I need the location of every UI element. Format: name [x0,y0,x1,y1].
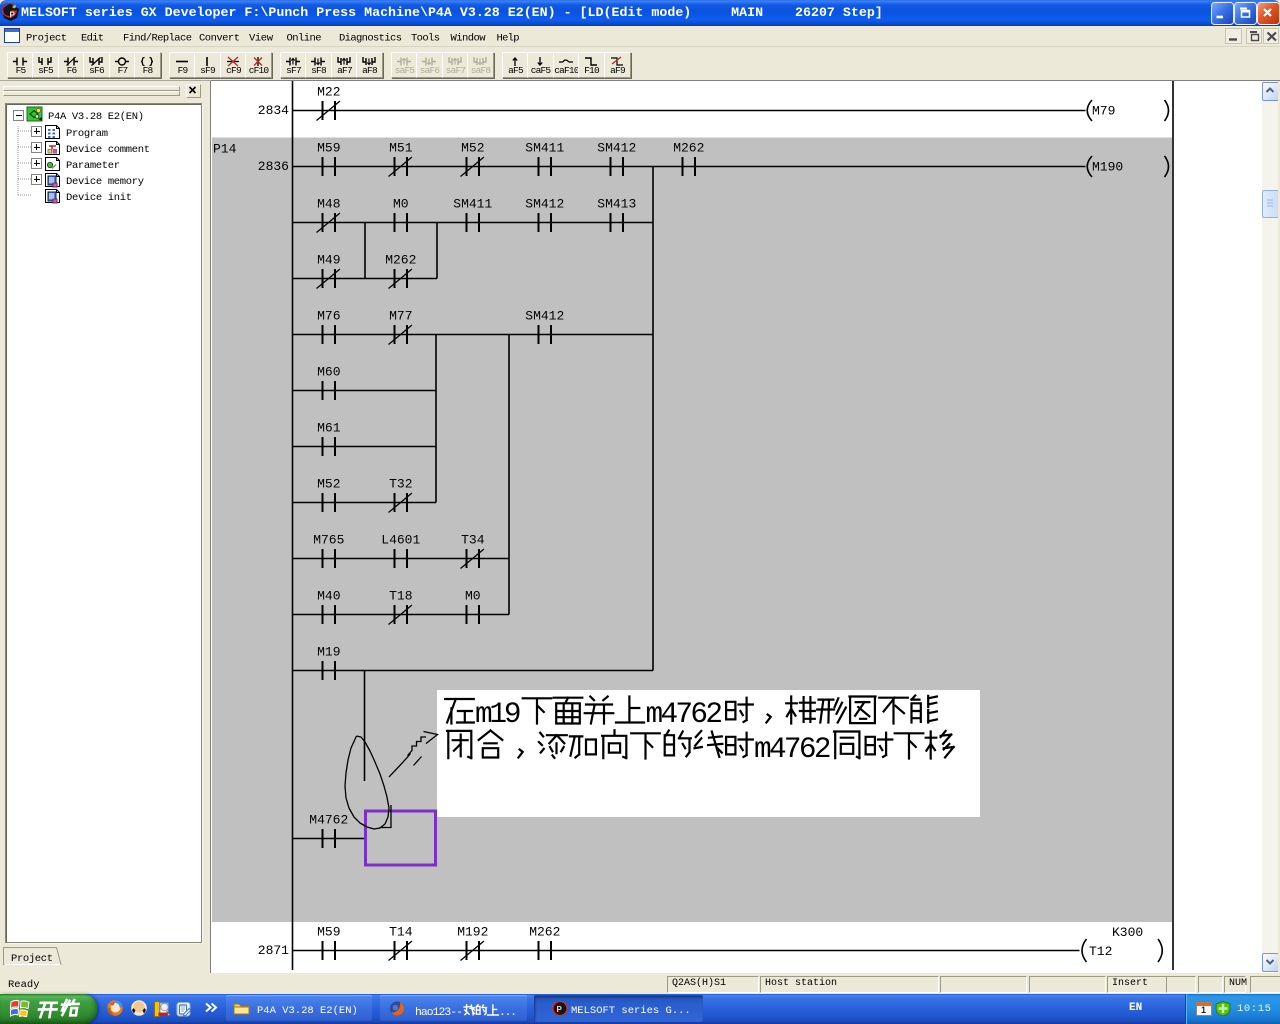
svg-text:Project: Project [11,953,53,965]
svg-text:m4762: m4762 [754,733,832,766]
svg-text:Convert: Convert [199,33,240,45]
svg-text:Online: Online [287,33,322,45]
svg-text:m4762: m4762 [646,698,724,731]
svg-text:Device comment: Device comment [66,144,150,156]
svg-text:P: P [557,1005,563,1014]
svg-text:hao123--: hao123-- [415,1007,463,1018]
svg-text:Project: Project [26,33,67,45]
svg-text:View: View [249,33,274,45]
svg-text:1: 1 [1201,1005,1206,1015]
svg-text:m19: m19 [475,698,522,731]
svg-text:Tools: Tools [411,33,440,45]
svg-text:Device memory: Device memory [66,176,144,188]
svg-text:Window: Window [451,33,487,45]
svg-text:Find/Replace: Find/Replace [123,33,192,45]
svg-text:Edit: Edit [81,33,104,45]
svg-text:Help: Help [497,33,520,45]
svg-text:Program: Program [66,128,108,140]
svg-text:Device init: Device init [66,192,132,204]
svg-text:Parameter: Parameter [66,160,120,172]
svg-text:P4A V3.28 E2(EN): P4A V3.28 E2(EN) [48,111,144,123]
svg-text:...: ... [499,1007,517,1018]
svg-text:P: P [10,11,16,20]
svg-text:Diagnostics: Diagnostics [339,33,402,45]
